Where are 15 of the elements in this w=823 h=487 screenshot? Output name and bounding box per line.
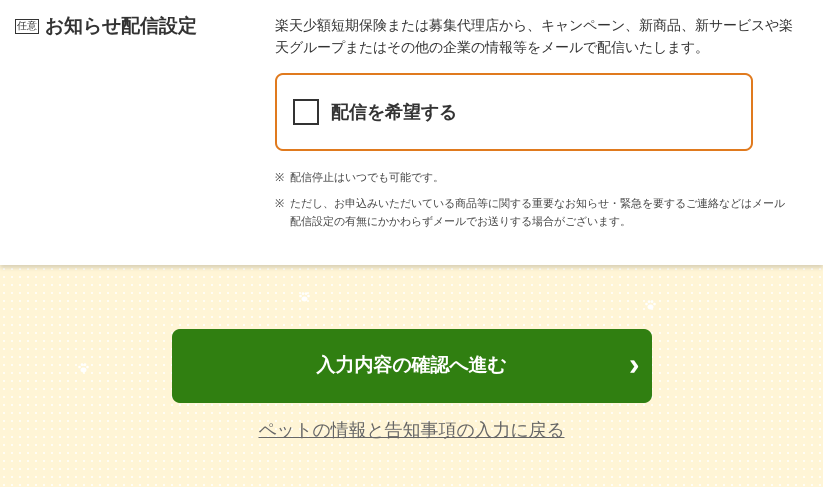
back-link[interactable]: ペットの情報と告知事項の入力に戻る — [258, 417, 564, 444]
section-title: お知らせ配信設定 — [45, 14, 197, 39]
note-mark: ※ — [275, 197, 285, 212]
paw-icon — [78, 363, 89, 373]
next-button[interactable]: 入力内容の確認へ進む › — [172, 329, 652, 403]
paw-icon — [299, 292, 310, 302]
delivery-option-card[interactable]: 配信を希望する — [275, 73, 753, 151]
checkbox[interactable] — [293, 99, 319, 125]
chevron-icon: › — [628, 347, 640, 381]
note-text: 配信停止はいつでも可能です。 — [290, 171, 444, 186]
optional-badge: 任意 — [15, 19, 39, 34]
description-text: 楽天少額短期保険または募集代理店から、キャンペーン、新商品、新サービスや楽天グループまたはその他の企業の情報等をメールで配信いたします。 — [275, 16, 794, 57]
note-mark: ※ — [275, 171, 285, 186]
note-text: ただし、お申込みいただいている商品等に関する重要なお知らせ・緊急を要するご連絡などはメール配信設定の有無にかかわらずメールでお送りする場合がございます。 — [290, 196, 786, 230]
paw-icon — [645, 300, 656, 310]
